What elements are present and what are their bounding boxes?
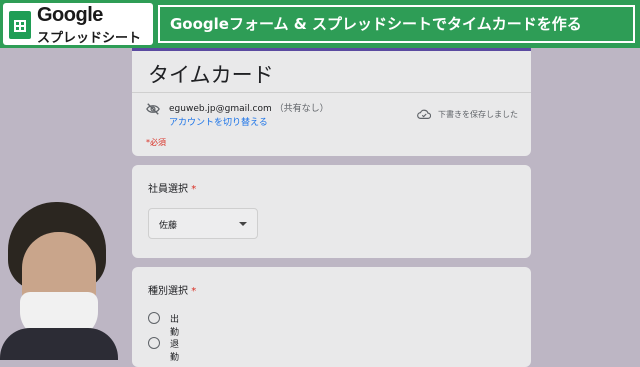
dropdown-selected-value: 佐藤 xyxy=(159,221,178,231)
google-sheets-badge: Google スプレッドシート xyxy=(3,3,153,46)
form-header-card: タイムカード eguweb.jp@gmail.com （共有なし） アカウントを… xyxy=(132,48,531,156)
radio-label: 出勤 xyxy=(170,315,180,338)
badge-line1: Google xyxy=(37,4,103,26)
banner-title: Googleフォーム & スプレッドシートでタイムカードを作る xyxy=(158,5,635,43)
draft-status: 下書きを保存しました xyxy=(438,110,518,119)
radio-button[interactable] xyxy=(148,312,160,324)
employee-dropdown[interactable]: 佐藤 xyxy=(148,208,258,239)
badge-line2: スプレッドシート xyxy=(37,31,142,46)
presenter-shirt xyxy=(0,328,118,360)
required-note: *必須 xyxy=(146,138,166,147)
presenter-webcam xyxy=(0,196,118,360)
question-title: 種別選択 * xyxy=(148,282,196,297)
question-title-text: 社員選択 xyxy=(148,184,188,195)
caret-down-icon xyxy=(239,222,247,226)
cloud-done-icon xyxy=(417,109,431,119)
question-card-employee: 社員選択 * 佐藤 xyxy=(132,165,531,258)
video-title-banner: Google スプレッドシート Googleフォーム & スプレッドシートでタイ… xyxy=(0,0,640,48)
account-email: eguweb.jp@gmail.com xyxy=(169,104,272,114)
eye-off-icon xyxy=(146,103,160,115)
required-asterisk: * xyxy=(191,184,197,195)
question-title-text: 種別選択 xyxy=(148,286,188,297)
question-card-type: 種別選択 * 出勤 退勤 xyxy=(132,267,531,367)
header-divider xyxy=(132,92,531,93)
form-title: タイムカード xyxy=(148,63,274,87)
google-sheets-icon xyxy=(9,11,31,39)
radio-label: 退勤 xyxy=(170,340,180,363)
question-title: 社員選択 * xyxy=(148,180,196,195)
account-sharing: （共有なし） xyxy=(274,104,329,114)
radio-button[interactable] xyxy=(148,337,160,349)
switch-account-link[interactable]: アカウントを切り替える xyxy=(169,115,268,128)
account-info: eguweb.jp@gmail.com （共有なし） xyxy=(169,101,329,114)
required-asterisk: * xyxy=(191,286,197,297)
